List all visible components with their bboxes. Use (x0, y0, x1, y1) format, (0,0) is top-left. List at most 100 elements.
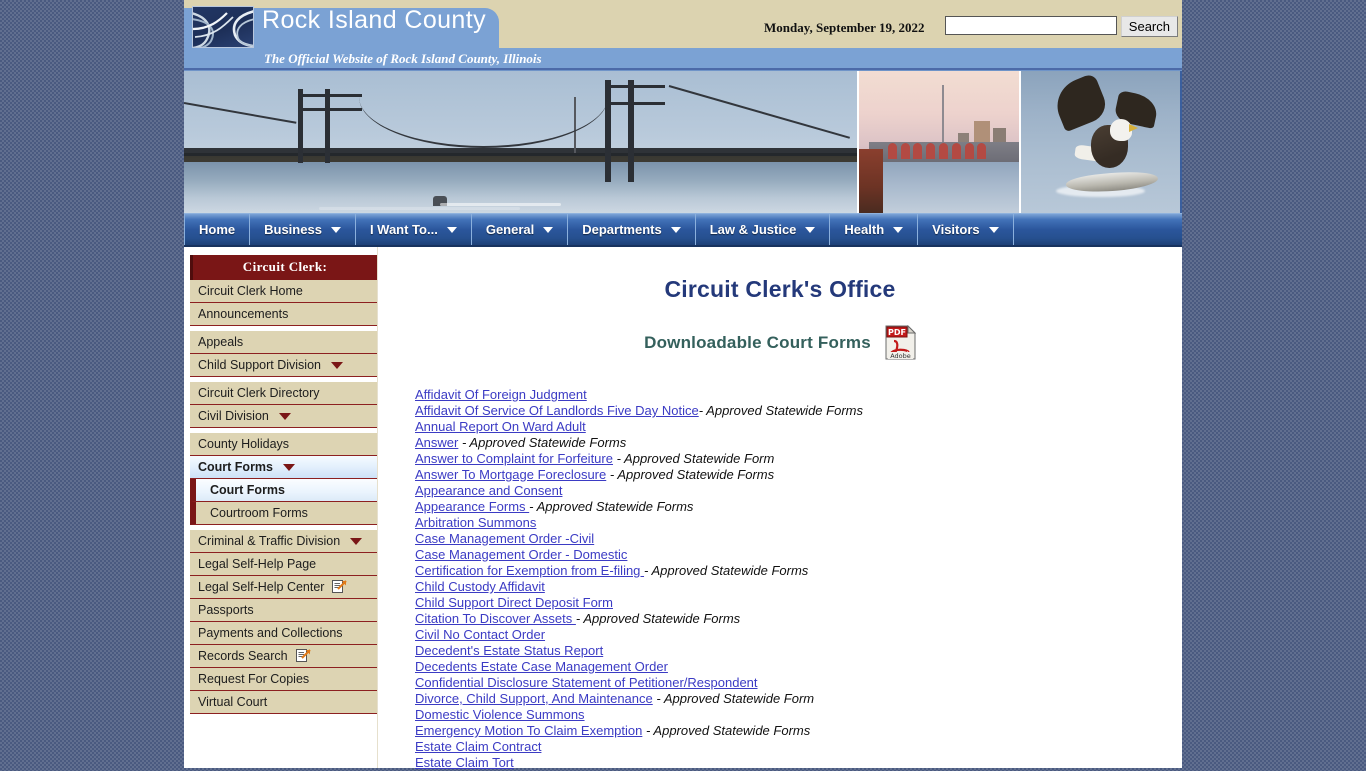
sidebar-item-records-search[interactable]: Records Search (190, 645, 377, 668)
chevron-down-icon (805, 226, 816, 233)
sidebar-item-appeals[interactable]: Appeals (190, 326, 377, 354)
nav-label: General (485, 222, 535, 237)
search-area: Search (944, 16, 1178, 37)
sidebar-item-label: Criminal & Traffic Division (198, 534, 341, 548)
form-link[interactable]: Divorce, Child Support, And Maintenance (415, 691, 653, 706)
nav-item-6[interactable]: Health (830, 214, 919, 245)
chevron-down-icon (350, 537, 363, 545)
adobe-pdf-icon[interactable]: PDF Adobe (885, 324, 917, 360)
svg-text:Adobe: Adobe (890, 352, 911, 360)
form-link[interactable]: Civil No Contact Order (415, 627, 545, 642)
form-list-item: Divorce, Child Support, And Maintenance … (415, 691, 1182, 707)
form-list-item: Civil No Contact Order (415, 627, 1182, 643)
form-link[interactable]: Confidential Disclosure Statement of Pet… (415, 675, 758, 690)
site-header: Rock Island County The Official Website … (184, 0, 1182, 70)
chevron-down-icon (670, 226, 681, 233)
river-waves-logo[interactable] (192, 6, 254, 48)
form-link[interactable]: Domestic Violence Summons (415, 707, 585, 722)
sidebar-item-legal-self-help-page[interactable]: Legal Self-Help Page (190, 553, 377, 576)
form-link[interactable]: Emergency Motion To Claim Exemption (415, 723, 642, 738)
sidebar-item-request-for-copies[interactable]: Request For Copies (190, 668, 377, 691)
nav-item-0[interactable]: Home (184, 214, 251, 245)
sidebar-item-circuit-clerk-directory[interactable]: Circuit Clerk Directory (190, 377, 377, 405)
sidebar-item-virtual-court[interactable]: Virtual Court (190, 691, 377, 714)
form-link[interactable]: Affidavit Of Service Of Landlords Five D… (415, 403, 699, 418)
form-link[interactable]: Affidavit Of Foreign Judgment (415, 387, 587, 402)
section-subtitle: Downloadable Court Forms (644, 332, 871, 352)
sidebar-item-legal-self-help-center[interactable]: Legal Self-Help Center (190, 576, 377, 599)
form-link[interactable]: Decedents Estate Case Management Order (415, 659, 668, 674)
external-link-icon (295, 649, 311, 663)
form-link[interactable]: Certification for Exemption from E-filin… (415, 563, 644, 578)
sidebar-item-court-forms[interactable]: Court Forms (190, 456, 377, 479)
form-link[interactable]: Decedent's Estate Status Report (415, 643, 603, 658)
form-link[interactable]: Estate Claim Contract (415, 739, 541, 754)
river-waves-logo-icon (193, 10, 253, 47)
external-link-icon (332, 580, 348, 594)
form-link[interactable]: Case Management Order - Domestic (415, 547, 627, 562)
form-link[interactable]: Answer (415, 435, 458, 450)
nav-item-3[interactable]: General (472, 214, 569, 245)
sidebar-item-passports[interactable]: Passports (190, 599, 377, 622)
form-list-item: Affidavit Of Service Of Landlords Five D… (415, 403, 1182, 419)
nav-item-5[interactable]: Law & Justice (696, 214, 831, 245)
sidebar-item-label: Legal Self-Help Center (198, 580, 325, 594)
form-list-item: Estate Claim Tort (415, 755, 1182, 771)
form-link[interactable]: Annual Report On Ward Adult (415, 419, 586, 434)
nav-item-1[interactable]: Business (250, 214, 356, 245)
sidebar-item-list: Circuit Clerk Home Announcements Appeals Ch… (190, 280, 377, 714)
chevron-down-icon (446, 226, 457, 233)
current-date: Monday, September 19, 2022 (764, 20, 925, 35)
form-list-item: Case Management Order - Domestic (415, 547, 1182, 563)
form-list-item: Appearance and Consent (415, 483, 1182, 499)
search-button[interactable]: Search (1120, 16, 1178, 37)
sidebar-item-label: Legal Self-Help Page (198, 557, 317, 571)
sidebar-item-label: Appeals (198, 335, 244, 349)
form-note: - Approved Statewide Forms (698, 403, 863, 418)
form-link[interactable]: Child Custody Affidavit (415, 579, 545, 594)
site-title: Rock Island County (262, 6, 486, 34)
form-link[interactable]: Answer To Mortgage Foreclosure (415, 467, 606, 482)
sidebar-item-child-support-division[interactable]: Child Support Division (190, 354, 377, 377)
form-list-item: Arbitration Summons (415, 515, 1182, 531)
svg-text:PDF: PDF (888, 328, 906, 337)
form-list-item: Answer To Mortgage Foreclosure - Approve… (415, 467, 1182, 483)
chevron-down-icon (893, 226, 904, 233)
sidebar-item-label: Civil Division (198, 409, 269, 423)
sidebar-item-circuit-clerk-home[interactable]: Circuit Clerk Home (190, 280, 377, 303)
form-list-item: Child Custody Affidavit (415, 579, 1182, 595)
nav-item-4[interactable]: Departments (568, 214, 696, 245)
sidebar-item-civil-division[interactable]: Civil Division (190, 405, 377, 428)
form-link[interactable]: Appearance Forms (415, 499, 529, 514)
sidebar-item-criminal-traffic-division[interactable]: Criminal & Traffic Division (190, 525, 377, 553)
sidebar-item-label: Court Forms (210, 483, 285, 497)
form-list-item: Affidavit Of Foreign Judgment (415, 387, 1182, 403)
form-link[interactable]: Arbitration Summons (415, 515, 536, 530)
sidebar-item-courtroom-forms[interactable]: Courtroom Forms (190, 502, 377, 525)
form-list-item: Answer to Complaint for Forfeiture - App… (415, 451, 1182, 467)
nav-item-2[interactable]: I Want To... (356, 214, 472, 245)
form-list-item: Confidential Disclosure Statement of Pet… (415, 675, 1182, 691)
form-list-item: Certification for Exemption from E-filin… (415, 563, 1182, 579)
nav-item-7[interactable]: Visitors (918, 214, 1014, 245)
adobe-pdf-icon-glyph: PDF Adobe (885, 324, 917, 360)
form-list-item: Case Management Order -Civil (415, 531, 1182, 547)
sidebar-item-court-forms[interactable]: Court Forms (190, 479, 377, 502)
sidebar-item-label: Court Forms (198, 460, 273, 474)
sidebar-item-payments-and-collections[interactable]: Payments and Collections (190, 622, 377, 645)
search-input[interactable] (944, 16, 1117, 35)
nav-label: Home (199, 222, 236, 237)
form-link[interactable]: Case Management Order -Civil (415, 531, 594, 546)
page-title: Circuit Clerk's Office (664, 276, 896, 302)
form-link[interactable]: Child Support Direct Deposit Form (415, 595, 613, 610)
body-columns: Circuit Clerk: Circuit Clerk Home Announc… (184, 247, 1182, 771)
form-note: - Approved Statewide Forms (606, 467, 775, 482)
form-note: - Approved Statewide Form (652, 691, 815, 706)
form-note: - Approved Statewide Forms (644, 563, 809, 578)
form-link[interactable]: Citation To Discover Assets (415, 611, 576, 626)
form-list-item: Estate Claim Contract (415, 739, 1182, 755)
form-link[interactable]: Appearance and Consent (415, 483, 562, 498)
sidebar-item-announcements[interactable]: Announcements (190, 303, 377, 326)
sidebar-item-county-holidays[interactable]: County Holidays (190, 428, 377, 456)
form-link[interactable]: Answer to Complaint for Forfeiture (415, 451, 613, 466)
